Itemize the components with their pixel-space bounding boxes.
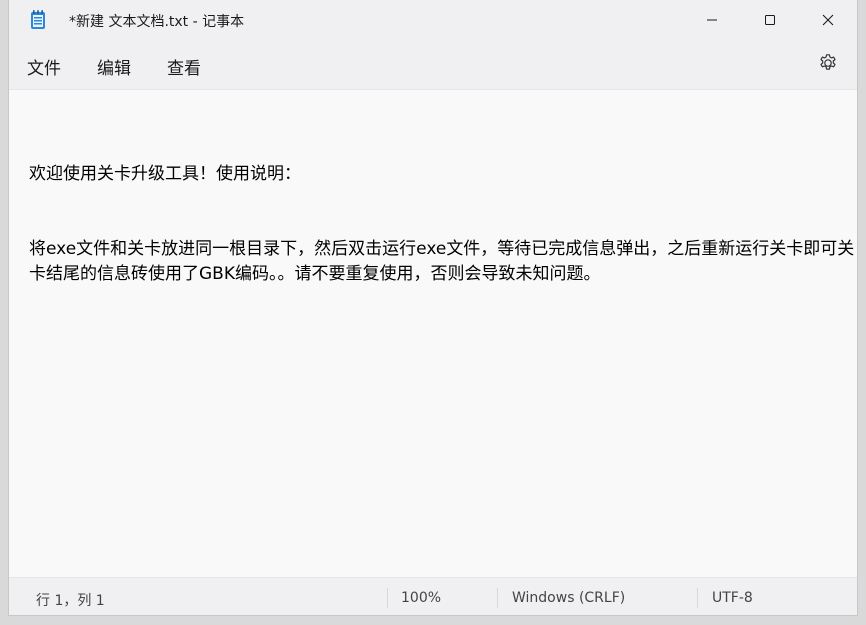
editor-content[interactable]: 欢迎使用关卡升级工具！使用说明： 将exe文件和关卡放进同一根目录下，然后双击运…	[29, 112, 855, 337]
maximize-button[interactable]	[741, 0, 799, 40]
menu-view[interactable]: 查看	[165, 54, 203, 79]
close-icon	[822, 11, 834, 30]
menu-file[interactable]: 文件	[25, 54, 63, 79]
menu-bar: 文件 编辑 查看	[9, 40, 857, 90]
menu-edit[interactable]: 编辑	[95, 54, 133, 79]
status-divider	[387, 588, 388, 608]
status-divider	[497, 588, 498, 608]
editor-line: 欢迎使用关卡升级工具！使用说明：	[29, 164, 301, 184]
maximize-icon	[764, 11, 776, 30]
status-bar: 行 1，列 1 100% Windows (CRLF) UTF-8	[9, 577, 857, 615]
window-title: *新建 文本文档.txt - 记事本	[69, 14, 245, 30]
title-bar[interactable]: *新建 文本文档.txt - 记事本	[9, 0, 857, 40]
minimize-icon	[706, 11, 718, 30]
gear-icon	[818, 53, 838, 77]
minimize-button[interactable]	[683, 0, 741, 40]
status-line-ending[interactable]: Windows (CRLF)	[512, 590, 625, 606]
status-encoding[interactable]: UTF-8	[712, 590, 753, 606]
status-cursor-position[interactable]: 行 1，列 1	[36, 590, 105, 610]
editor-line: 将exe文件和关卡放进同一根目录下，然后双击运行exe文件，等待已完成信息弹出，…	[29, 239, 855, 284]
notepad-window: *新建 文本文档.txt - 记事本 文件 编辑 查看 欢迎使用关卡升级工具！使…	[8, 0, 858, 616]
notepad-icon	[30, 10, 46, 30]
text-editor[interactable]: 欢迎使用关卡升级工具！使用说明： 将exe文件和关卡放进同一根目录下，然后双击运…	[9, 90, 857, 577]
status-zoom[interactable]: 100%	[401, 590, 441, 606]
status-divider	[697, 588, 698, 608]
close-button[interactable]	[799, 0, 857, 40]
settings-button[interactable]	[817, 54, 839, 76]
